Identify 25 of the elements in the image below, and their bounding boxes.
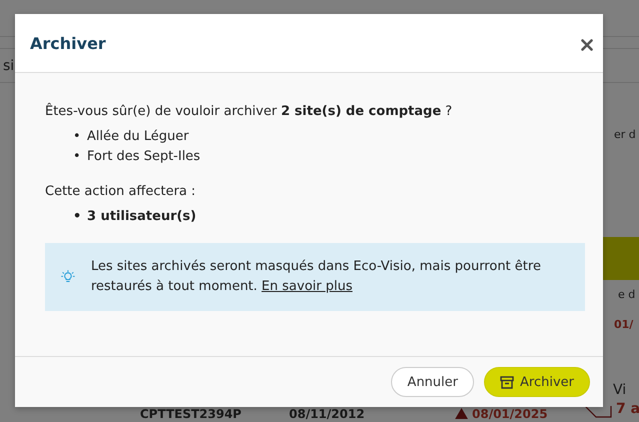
bullet: • — [73, 128, 82, 146]
column-text: e d — [618, 288, 636, 301]
table-cell: 08/11/2012 — [289, 408, 365, 421]
bullet: • — [73, 208, 82, 226]
site-item: Fort des Sept-Iles — [87, 149, 200, 164]
learn-more-link[interactable]: En savoir plus — [262, 279, 352, 294]
cancel-button[interactable]: Annuler — [391, 367, 474, 397]
filter-label: si — [3, 58, 14, 74]
bullet: • — [73, 148, 82, 166]
site-item: Allée du Léguer — [87, 129, 189, 144]
toolbar-bar — [603, 237, 639, 280]
dialog-title: Archiver — [30, 34, 106, 52]
date-text: 01/ — [614, 318, 634, 331]
archive-button[interactable]: Archiver — [484, 367, 590, 397]
close-icon[interactable] — [581, 39, 593, 51]
archive-box-icon — [500, 376, 514, 388]
question-text: Êtes-vous sûr(e) de vouloir archiver 2 site(s) de comptage ? — [45, 103, 454, 121]
impact-label: Cette action affectera : — [45, 183, 197, 201]
info-text: Les sites archivés seront masqués dans Eco-Visio, mais pourront être restaurés à tout moment. En savoir plus — [90, 258, 542, 296]
table-cell: CPTTEST2394P — [140, 408, 242, 421]
impact-item: 3 utilisateur(s) — [87, 209, 196, 224]
table-cell: 08/01/2025 — [472, 408, 548, 421]
table-cell: Vi — [613, 382, 626, 398]
table-cell: 7 a — [616, 401, 639, 417]
column-text: er d — [614, 128, 636, 141]
